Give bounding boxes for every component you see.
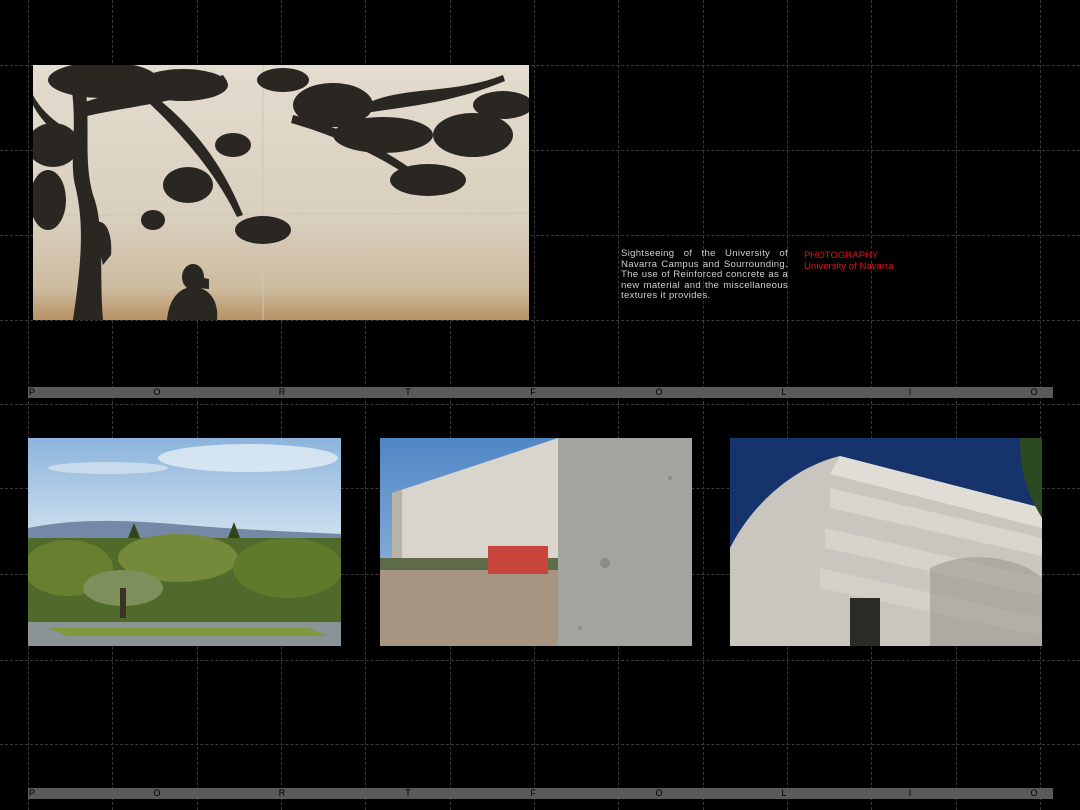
band-letter: L xyxy=(781,387,787,397)
photo-building-facade xyxy=(730,438,1042,646)
band-letter: P xyxy=(28,387,36,397)
portfolio-band-bottom: P O R T F O L I O xyxy=(28,788,1053,799)
project-description: Sightseeing of the University of Navarra… xyxy=(621,248,788,302)
band-letter: O xyxy=(1030,387,1038,397)
tag-category: PHOTOGRAPHY xyxy=(804,250,879,261)
hero-photo-tree-shadow xyxy=(33,65,529,320)
band-letter: O xyxy=(1030,788,1038,798)
band-letter: L xyxy=(781,788,787,798)
band-letter: O xyxy=(153,788,161,798)
photo-campus-landscape xyxy=(28,438,341,646)
tag-location: University of Navarra xyxy=(804,260,894,272)
band-letter: R xyxy=(278,788,286,798)
band-letter: F xyxy=(530,788,536,798)
band-letter: I xyxy=(908,387,912,397)
band-letter: O xyxy=(655,788,663,798)
band-letter: R xyxy=(278,387,286,397)
band-letter: O xyxy=(655,387,663,397)
band-letter: O xyxy=(153,387,161,397)
photo-museum-concrete xyxy=(380,438,692,646)
portfolio-band-top: P O R T F O L I O xyxy=(28,387,1053,398)
band-letter: T xyxy=(405,387,411,397)
band-letter: P xyxy=(28,788,36,798)
band-letter: T xyxy=(405,788,411,798)
band-letter: I xyxy=(908,788,912,798)
project-tag: PHOTOGRAPHY University of Navarra xyxy=(804,250,894,272)
band-letter: F xyxy=(530,387,536,397)
